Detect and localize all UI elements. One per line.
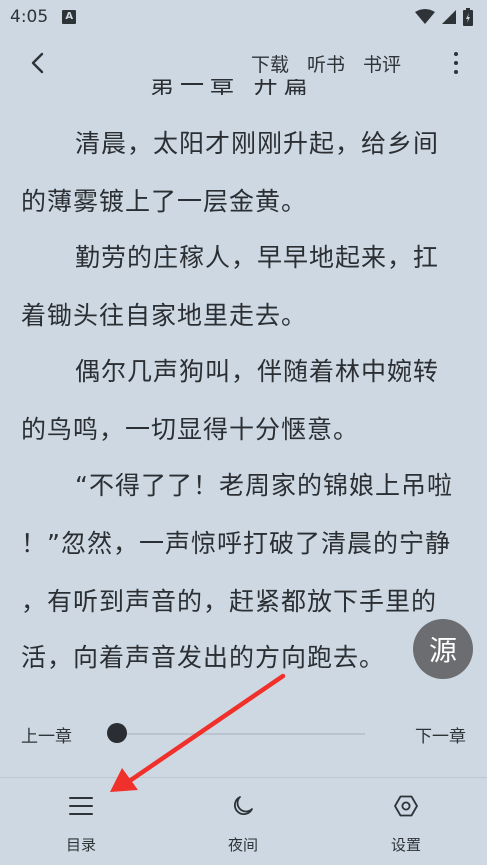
list-icon: [69, 797, 93, 815]
content-line: 偶尔几声狗叫，伴随着林中婉转: [75, 357, 440, 386]
progress-track[interactable]: [117, 733, 365, 735]
wifi-icon: [415, 9, 435, 24]
app-notification-icon: A: [62, 10, 77, 24]
more-button[interactable]: [445, 48, 467, 78]
chapter-title-text: 第一章 开篇: [150, 79, 314, 95]
download-button[interactable]: 下载: [251, 50, 289, 77]
chevron-left-icon: [31, 52, 44, 74]
content-line: ！”忽然，一声惊呼打破了清晨的宁静: [21, 529, 451, 558]
next-chapter-button[interactable]: 下一章: [415, 722, 466, 747]
settings-icon: [394, 795, 418, 817]
progress-slider-thumb[interactable]: [107, 723, 127, 743]
more-vertical-icon: [454, 52, 458, 56]
signal-icon: [442, 10, 456, 24]
status-time: 4:05: [10, 7, 49, 27]
chapter-progress: 上一章 下一章: [0, 716, 487, 752]
menu-item-catalog[interactable]: 目录: [21, 778, 141, 865]
menu-item-label: 目录: [65, 836, 96, 854]
content-line: 勤劳的庄稼人，早早地起来，扛: [75, 243, 440, 272]
content-line: 着锄头往自家地里走去。: [21, 301, 308, 330]
battery-icon: [463, 8, 473, 26]
listen-button[interactable]: 听书: [307, 50, 345, 77]
source-button[interactable]: 源: [413, 619, 473, 679]
status-icons: [415, 8, 473, 26]
status-bar: 4:05 A: [0, 0, 487, 34]
menu-item-label: 设置: [390, 836, 421, 854]
content-line: 的鸟鸣，一切显得十分惬意。: [21, 415, 360, 444]
chapter-title: 第一章 开篇: [0, 79, 487, 95]
content-line: ，有听到声音的，赶紧都放下手里的: [21, 587, 438, 616]
menu-item-label: 夜间: [227, 836, 258, 854]
menu-item-settings[interactable]: 设置: [346, 778, 466, 865]
content-line: 清晨，太阳才刚刚升起，给乡间: [75, 129, 440, 158]
content-line: 的薄雾镀上了一层金黄。: [21, 187, 308, 216]
content-line: “不得了了！老周家的锦娘上吊啦: [75, 471, 453, 500]
prev-chapter-button[interactable]: 上一章: [21, 722, 72, 747]
review-button[interactable]: 书评: [363, 50, 401, 77]
moon-icon: [233, 796, 253, 816]
bottom-menu: 目录 夜间 设置: [0, 777, 487, 865]
back-button[interactable]: [22, 48, 52, 78]
menu-item-night[interactable]: 夜间: [183, 778, 303, 865]
content-line: 活，向着声音发出的方向跑去。: [21, 643, 386, 672]
